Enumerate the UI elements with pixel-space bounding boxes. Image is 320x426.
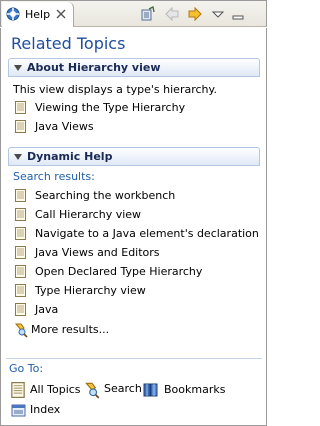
search-result-label: Java bbox=[35, 303, 59, 316]
topic-link-label: Java Views bbox=[35, 120, 94, 133]
document-icon bbox=[15, 303, 26, 316]
view-titlebar: Help bbox=[0, 0, 267, 27]
document-icon bbox=[15, 101, 26, 114]
search-result-label: Call Hierarchy view bbox=[35, 208, 142, 221]
close-icon[interactable] bbox=[54, 7, 68, 21]
document-icon bbox=[15, 120, 26, 133]
forward-icon[interactable] bbox=[187, 6, 203, 22]
index-label: Index bbox=[30, 403, 61, 416]
more-results-label: More results... bbox=[31, 323, 110, 336]
search-result-label: Searching the workbench bbox=[35, 189, 176, 202]
search-result-label: Open Declared Type Hierarchy bbox=[35, 265, 203, 278]
document-icon bbox=[11, 382, 25, 398]
search-result-label: Navigate to a Java element's declaration bbox=[35, 227, 259, 240]
goto-label: Go To: bbox=[9, 362, 44, 375]
help-icon bbox=[6, 7, 20, 21]
section-about-header[interactable]: About Hierarchy view bbox=[8, 58, 260, 77]
tab-help[interactable]: Help bbox=[2, 2, 74, 27]
all-topics-label: All Topics bbox=[30, 383, 81, 396]
expand-twisty-icon[interactable] bbox=[14, 65, 22, 71]
view-menu-icon[interactable] bbox=[210, 6, 226, 22]
show-in-contents-icon[interactable] bbox=[140, 6, 156, 22]
back-icon[interactable] bbox=[164, 6, 180, 22]
search-label: Search bbox=[104, 382, 142, 395]
document-icon bbox=[15, 227, 26, 240]
search-icon bbox=[14, 323, 28, 338]
section-dynamic-help-title: Dynamic Help bbox=[27, 150, 113, 163]
document-icon bbox=[15, 265, 26, 278]
topic-link-label: Viewing the Type Hierarchy bbox=[35, 101, 186, 114]
document-icon bbox=[15, 189, 26, 202]
section-dynamic-help-header[interactable]: Dynamic Help bbox=[8, 147, 260, 166]
about-description: This view displays a type's hierarchy. bbox=[13, 83, 217, 96]
help-content: Related Topics About Hierarchy view This… bbox=[0, 28, 267, 426]
bookmarks-label: Bookmarks bbox=[164, 383, 226, 396]
search-results-label: Search results: bbox=[13, 170, 95, 183]
section-about-title: About Hierarchy view bbox=[27, 61, 161, 74]
goto-separator bbox=[6, 358, 262, 359]
search-result-label: Type Hierarchy view bbox=[35, 284, 146, 297]
expand-twisty-icon[interactable] bbox=[14, 154, 22, 160]
tab-label: Help bbox=[25, 8, 51, 21]
document-icon bbox=[15, 246, 26, 259]
document-icon bbox=[15, 208, 26, 221]
index-icon bbox=[11, 404, 26, 417]
minimize-icon[interactable] bbox=[230, 6, 246, 22]
search-result-label: Java Views and Editors bbox=[35, 246, 160, 259]
search-icon bbox=[85, 382, 100, 399]
bookmarks-icon bbox=[143, 383, 158, 397]
page-title: Related Topics bbox=[11, 34, 126, 53]
document-icon bbox=[15, 284, 26, 297]
